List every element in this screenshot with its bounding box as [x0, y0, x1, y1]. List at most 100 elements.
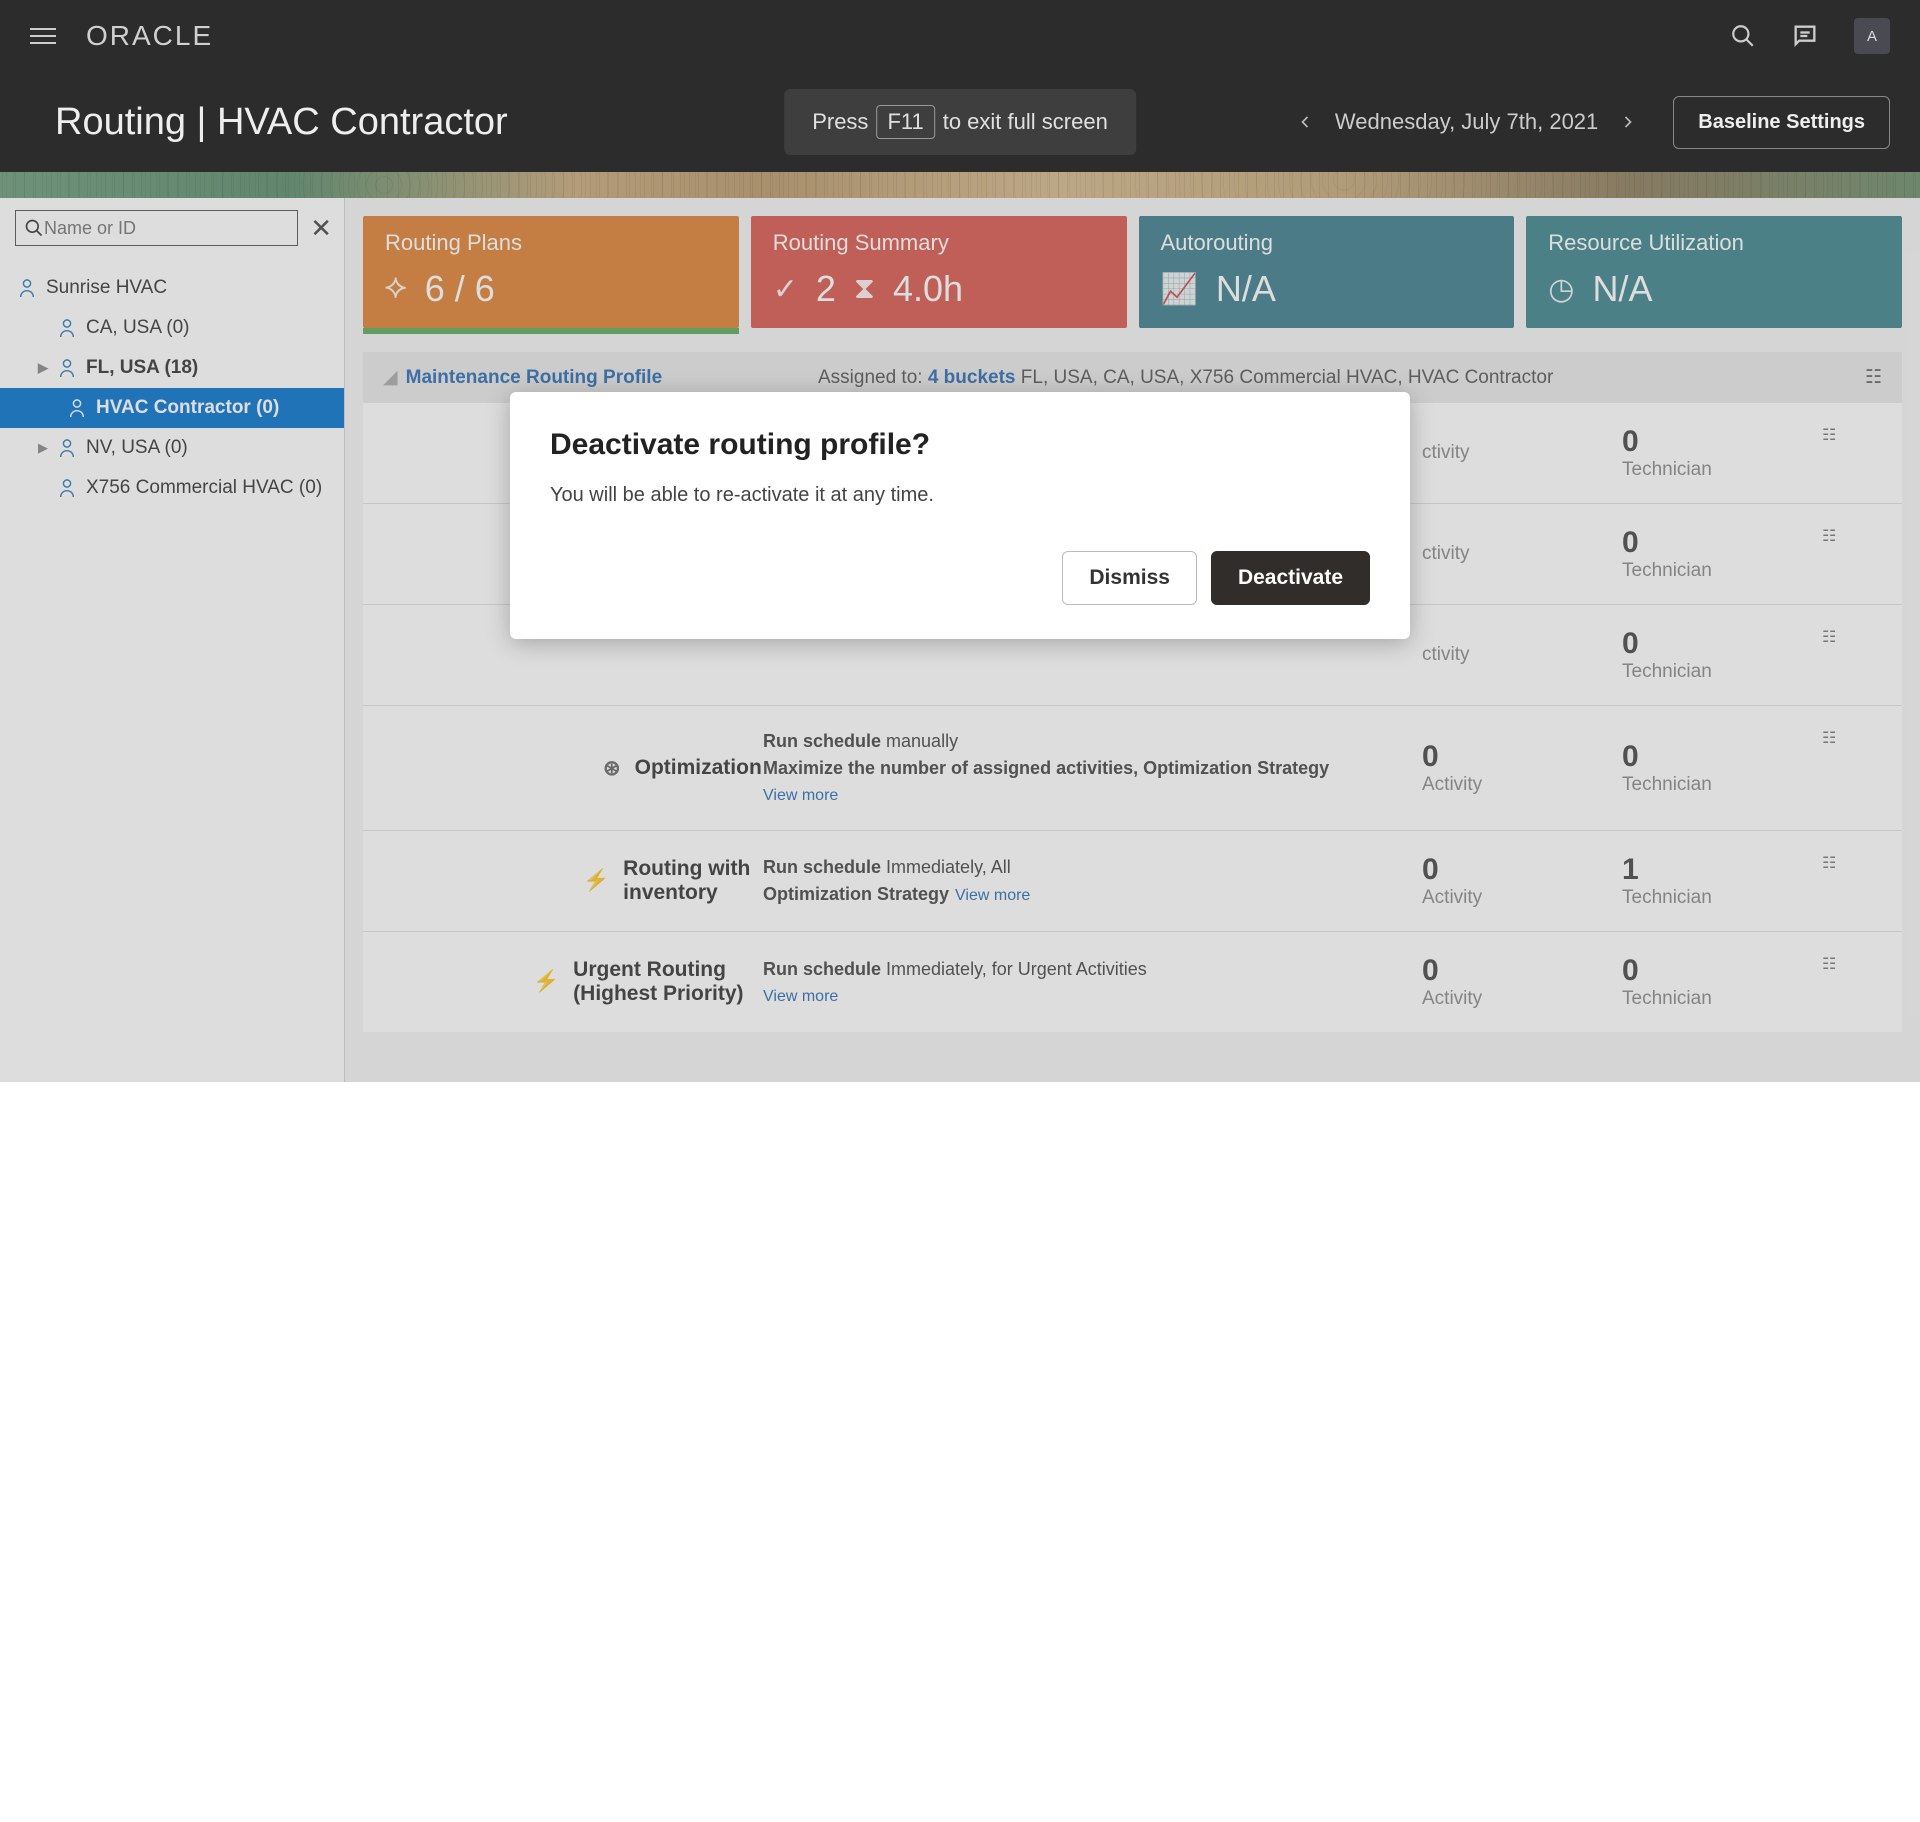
- actions-icon[interactable]: ☷: [1822, 526, 1882, 546]
- expand-icon[interactable]: ▶: [38, 360, 52, 376]
- prev-day-icon[interactable]: [1295, 112, 1315, 132]
- person-icon: [58, 358, 76, 378]
- sidebar-item[interactable]: ▶ FL, USA (18): [0, 348, 344, 388]
- close-icon[interactable]: ✕: [310, 213, 332, 244]
- modal-body: You will be able to re-activate it at an…: [550, 484, 1370, 507]
- card-title: Autorouting: [1161, 230, 1493, 256]
- activity-count: 0: [1422, 740, 1622, 774]
- f11-key: F11: [876, 105, 934, 139]
- current-date[interactable]: Wednesday, July 7th, 2021: [1335, 109, 1598, 135]
- person-icon: [58, 438, 76, 458]
- page-header: Routing | HVAC Contractor Press F11 to e…: [0, 72, 1920, 172]
- schedule-value: Immediately, for Urgent Activities: [881, 959, 1147, 979]
- schedule-value: Immediately, All: [881, 857, 1011, 877]
- hourglass-icon: ⧗: [854, 272, 875, 306]
- sidebar-item-label: NV, USA (0): [86, 437, 188, 459]
- activity-label: Activity: [1422, 774, 1622, 796]
- tech-count: 0: [1622, 627, 1822, 661]
- view-more-link[interactable]: View more: [763, 784, 1422, 808]
- sidebar-item[interactable]: X756 Commercial HVAC (0): [0, 468, 344, 508]
- deactivate-modal: Deactivate routing profile? You will be …: [510, 392, 1410, 639]
- dismiss-button[interactable]: Dismiss: [1062, 551, 1197, 605]
- search-input[interactable]: [44, 218, 289, 239]
- tech-label: Technician: [1622, 774, 1822, 796]
- sidebar-item[interactable]: Sunrise HVAC: [0, 268, 344, 308]
- decorative-strip: [0, 172, 1920, 198]
- view-more-link[interactable]: View more: [763, 985, 1422, 1009]
- activity-label: Activity: [1422, 988, 1622, 1010]
- sidebar-item[interactable]: CA, USA (0): [0, 308, 344, 348]
- activity-tail: ctivity: [1422, 644, 1470, 665]
- tech-label: Technician: [1622, 887, 1822, 909]
- actions-icon[interactable]: ☷: [1822, 954, 1882, 974]
- modal-title: Deactivate routing profile?: [550, 428, 1370, 462]
- buckets-list: FL, USA, CA, USA, X756 Commercial HVAC, …: [1021, 367, 1554, 388]
- plan-name: Routing with inventory: [623, 857, 763, 905]
- f11-pre: Press: [812, 109, 868, 135]
- person-icon: [58, 478, 76, 498]
- baseline-settings-button[interactable]: Baseline Settings: [1673, 96, 1890, 149]
- tech-label: Technician: [1622, 988, 1822, 1010]
- menu-icon[interactable]: [30, 28, 56, 44]
- next-day-icon[interactable]: [1618, 112, 1638, 132]
- actions-icon[interactable]: ☷: [1822, 627, 1882, 647]
- activity-count: 0: [1422, 853, 1622, 887]
- schedule-label: Run schedule: [763, 857, 881, 877]
- search-icon[interactable]: [1730, 23, 1756, 49]
- tech-count: 0: [1622, 526, 1822, 560]
- actions-icon[interactable]: ☷: [1822, 728, 1882, 748]
- sidebar-item-label: FL, USA (18): [86, 357, 198, 379]
- gauge-icon: ◷: [1548, 272, 1574, 307]
- progress-bar: [363, 328, 739, 334]
- triangle-icon: ◢: [383, 366, 398, 389]
- search-icon: [24, 218, 44, 238]
- profile-name-link[interactable]: Maintenance Routing Profile: [406, 367, 663, 389]
- card-value: 4.0h: [893, 268, 963, 310]
- card-title: Routing Plans: [385, 230, 717, 256]
- buckets-link[interactable]: 4 buckets: [928, 367, 1016, 388]
- actions-icon[interactable]: ☷: [1865, 366, 1882, 389]
- sidebar-item-label: CA, USA (0): [86, 317, 189, 339]
- view-more-link[interactable]: View more: [955, 887, 1030, 904]
- plan-name: Urgent Routing (Highest Priority): [573, 958, 763, 1006]
- plan-row-urgent: ⚡ Urgent Routing (Highest Priority) Run s…: [363, 932, 1902, 1032]
- expand-icon[interactable]: ▶: [38, 440, 52, 456]
- bolt-icon: ⚡: [533, 970, 559, 994]
- card-resource-utilization[interactable]: Resource Utilization ◷ N/A: [1526, 216, 1902, 328]
- card-value: N/A: [1216, 268, 1276, 310]
- avatar[interactable]: A: [1854, 18, 1890, 54]
- strategy-text: Optimization Strategy: [763, 884, 949, 904]
- actions-icon[interactable]: ☷: [1822, 425, 1882, 445]
- topbar: ORACLE A: [0, 0, 1920, 72]
- tech-count: 0: [1622, 425, 1822, 459]
- card-title: Resource Utilization: [1548, 230, 1880, 256]
- schedule-label: Run schedule: [763, 959, 881, 979]
- optimization-icon: ⊛: [603, 756, 621, 781]
- person-icon: [68, 398, 86, 418]
- sidebar-search[interactable]: [15, 210, 298, 246]
- sidebar-item[interactable]: ▶ NV, USA (0): [0, 428, 344, 468]
- check-icon: ✓: [773, 272, 798, 307]
- chart-icon: 📈: [1161, 272, 1198, 307]
- puzzle-icon: ⯎: [385, 272, 407, 306]
- sidebar-item-label: Sunrise HVAC: [46, 277, 167, 299]
- chat-icon[interactable]: [1791, 22, 1819, 50]
- tech-count: 0: [1622, 740, 1822, 774]
- activity-label: Activity: [1422, 887, 1622, 909]
- actions-icon[interactable]: ☷: [1822, 853, 1882, 873]
- card-autorouting[interactable]: Autorouting 📈 N/A: [1139, 216, 1515, 328]
- card-value: 2: [816, 268, 836, 310]
- card-value: 6 / 6: [425, 268, 495, 310]
- card-value: N/A: [1592, 268, 1652, 310]
- card-routing-summary[interactable]: Routing Summary ✓2 ⧗4.0h: [751, 216, 1127, 328]
- tech-count: 0: [1622, 954, 1822, 988]
- plan-row-optimization: ⊛Optimization Run schedule manually Maxi…: [363, 706, 1902, 831]
- person-icon: [18, 278, 36, 298]
- tech-label: Technician: [1622, 459, 1822, 481]
- activity-count: 0: [1422, 954, 1622, 988]
- card-routing-plans[interactable]: Routing Plans ⯎ 6 / 6: [363, 216, 739, 328]
- tech-label: Technician: [1622, 560, 1822, 582]
- sidebar-item[interactable]: HVAC Contractor (0): [0, 388, 344, 428]
- sidebar-item-label: X756 Commercial HVAC (0): [86, 477, 322, 499]
- deactivate-button[interactable]: Deactivate: [1211, 551, 1370, 605]
